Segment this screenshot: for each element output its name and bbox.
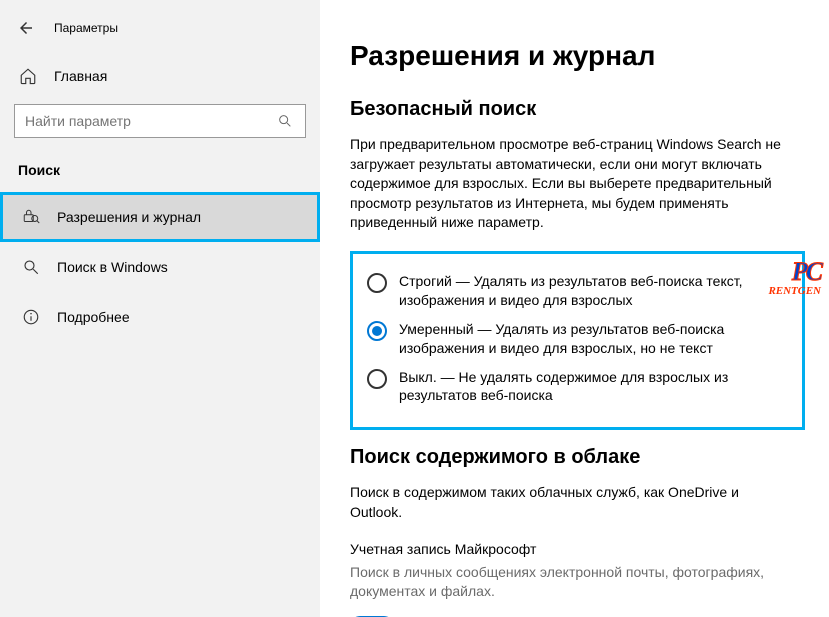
home-icon [18, 66, 38, 86]
radio-label: Строгий — Удалять из результатов веб-пои… [399, 272, 788, 310]
permissions-icon [21, 207, 41, 227]
radio-off[interactable]: Выкл. — Не удалять содержимое для взросл… [367, 368, 788, 406]
sidebar: Параметры Главная Поиск Разрешения и жур… [0, 0, 320, 617]
main-content: Разрешения и журнал Безопасный поиск При… [320, 0, 829, 617]
sidebar-section-label: Поиск [0, 152, 320, 192]
radio-moderate[interactable]: Умеренный — Удалять из результатов веб-п… [367, 320, 788, 358]
back-button[interactable] [16, 18, 36, 38]
search-box[interactable] [14, 104, 306, 138]
sidebar-item-more[interactable]: Подробнее [0, 292, 320, 342]
radio-label: Умеренный — Удалять из результатов веб-п… [399, 320, 788, 358]
radio-label: Выкл. — Не удалять содержимое для взросл… [399, 368, 788, 406]
search-icon [275, 111, 295, 131]
sidebar-item-label: Разрешения и журнал [57, 209, 201, 225]
search-icon [21, 257, 41, 277]
home-link[interactable]: Главная [0, 56, 320, 100]
search-input[interactable] [25, 113, 275, 129]
radio-icon [367, 369, 387, 389]
radio-icon [367, 321, 387, 341]
safesearch-title: Безопасный поиск [350, 98, 805, 121]
cloud-search-title: Поиск содержимого в облаке [350, 446, 805, 469]
sidebar-item-permissions[interactable]: Разрешения и журнал [0, 192, 320, 242]
ms-account-description: Поиск в личных сообщениях электронной по… [350, 563, 790, 602]
safesearch-description: При предварительном просмотре веб-страни… [350, 135, 790, 233]
home-label: Главная [54, 68, 107, 84]
page-title: Разрешения и журнал [350, 40, 805, 72]
app-title: Параметры [54, 21, 118, 35]
radio-strict[interactable]: Строгий — Удалять из результатов веб-пои… [367, 272, 788, 310]
window-header: Параметры [0, 10, 320, 56]
sidebar-item-label: Поиск в Windows [57, 259, 168, 275]
arrow-left-icon [17, 19, 35, 37]
sidebar-item-label: Подробнее [57, 309, 130, 325]
info-icon [21, 307, 41, 327]
safesearch-options: Строгий — Удалять из результатов веб-пои… [350, 251, 805, 430]
ms-account-heading: Учетная запись Майкрософт [350, 541, 805, 557]
sidebar-item-windows-search[interactable]: Поиск в Windows [0, 242, 320, 292]
cloud-search-description: Поиск в содержимом таких облачных служб,… [350, 483, 790, 522]
radio-icon [367, 273, 387, 293]
